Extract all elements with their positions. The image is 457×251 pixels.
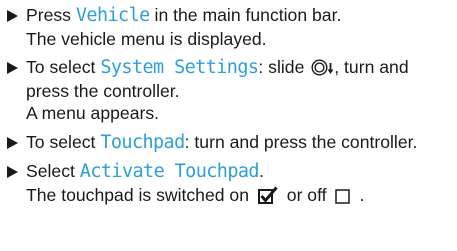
controller-slide-down-icon bbox=[311, 59, 334, 76]
empty-checkbox-icon bbox=[334, 186, 356, 204]
ui-term-touchpad: Touchpad bbox=[100, 131, 185, 153]
step-bullet-icon bbox=[7, 136, 18, 149]
step-press-vehicle: Press Vehicle in the main function bar. … bbox=[6, 4, 454, 50]
step-result-post: . bbox=[359, 184, 365, 205]
checked-checkbox-icon bbox=[257, 186, 279, 204]
ui-term-system-settings: System Settings bbox=[100, 57, 259, 78]
step-bullet-icon bbox=[7, 62, 18, 74]
step-text-post: in the main function bar. bbox=[149, 5, 342, 25]
step-result-pre: The touchpad is switched on bbox=[26, 184, 254, 205]
step-select-touchpad: To select Touchpad: turn and press the c… bbox=[6, 131, 454, 155]
ui-term-vehicle: Vehicle bbox=[75, 5, 150, 26]
step-text-pre: Press bbox=[26, 5, 76, 25]
instruction-steps: Press Vehicle in the main function bar. … bbox=[6, 4, 454, 212]
step-text-post: : turn and press the controller. bbox=[184, 131, 418, 152]
step-bullet-icon bbox=[7, 10, 18, 22]
step-text-mid: : slide bbox=[258, 57, 310, 77]
ui-term-activate-touchpad: Activate Touchpad bbox=[79, 161, 260, 182]
step-select-system-settings: To select System Settings: slide , turn … bbox=[6, 56, 454, 125]
step-text-pre: To select bbox=[26, 57, 101, 77]
step-activate-touchpad: Select Activate Touchpad. The touchpad i… bbox=[6, 160, 454, 206]
step-text-pre: Select bbox=[26, 161, 80, 181]
step-text-post: . bbox=[258, 161, 264, 181]
step-result-mid: or off bbox=[281, 184, 332, 205]
step-bullet-icon bbox=[7, 166, 18, 178]
step-result: A menu appears. bbox=[26, 103, 160, 123]
step-result: The vehicle menu is displayed. bbox=[26, 28, 267, 49]
step-text-pre: To select bbox=[26, 131, 101, 152]
